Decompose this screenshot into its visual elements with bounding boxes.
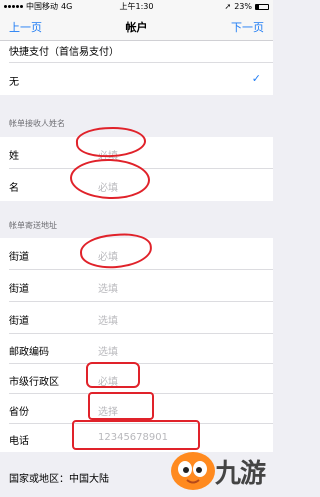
battery-percent: 23%	[234, 2, 252, 11]
country-label-text: 国家或地区：	[9, 474, 69, 485]
street1-input[interactable]: 必填	[98, 248, 118, 263]
checkmark-icon: ✓	[251, 72, 261, 85]
street1-label: 街道	[9, 252, 29, 263]
next-button[interactable]: 下一页	[231, 19, 264, 35]
payment-none-row[interactable]: 无 ✓	[0, 63, 273, 95]
name-section-header: 帐单接收人姓名	[9, 119, 65, 128]
postal-code-label: 邮政编码	[9, 347, 49, 358]
country-label: 国家或地区：中国大陆	[9, 470, 109, 485]
last-name-input[interactable]: 必填	[98, 147, 118, 162]
street3-label: 街道	[9, 316, 29, 327]
street1-row[interactable]: 街道 必填	[0, 238, 273, 270]
phone-input[interactable]: 12345678901	[98, 432, 168, 443]
watermark-logo: 九游	[167, 447, 271, 493]
payment-method-row[interactable]: 快捷支付（首信易支付）	[0, 41, 273, 63]
country-value: 中国大陆	[69, 474, 109, 485]
mascot-icon	[171, 452, 215, 490]
postal-code-input[interactable]: 选填	[98, 343, 118, 358]
street3-input[interactable]: 选填	[98, 312, 118, 327]
street2-row[interactable]: 街道 选填	[0, 270, 273, 302]
postal-code-row[interactable]: 邮政编码 选填	[0, 334, 273, 364]
address-section-header: 帐单寄送地址	[9, 221, 57, 230]
city-row[interactable]: 市级行政区 必填	[0, 364, 273, 394]
payment-method-label: 快捷支付（首信易支付）	[9, 47, 119, 58]
status-bar: 中国移动 4G 上午1:30 ➚ 23%	[0, 0, 273, 13]
street2-label: 街道	[9, 284, 29, 295]
payment-none-label: 无	[9, 77, 19, 88]
watermark-text: 九游	[215, 459, 266, 489]
city-label: 市级行政区	[9, 377, 59, 388]
city-input[interactable]: 必填	[98, 373, 118, 388]
street2-input[interactable]: 选填	[98, 280, 118, 295]
nav-bar: 上一页 帐户 下一页	[0, 13, 273, 41]
last-name-label: 姓	[9, 151, 19, 162]
status-right: ➚ 23%	[225, 0, 269, 13]
province-label: 省份	[9, 407, 29, 418]
first-name-label: 名	[9, 183, 19, 194]
street3-row[interactable]: 街道 选填	[0, 302, 273, 334]
last-name-row[interactable]: 姓 必填	[0, 137, 273, 169]
province-row[interactable]: 省份 选择	[0, 394, 273, 424]
location-icon: ➚	[224, 2, 232, 11]
phone-label: 电话	[9, 436, 29, 447]
province-select[interactable]: 选择	[98, 403, 118, 418]
first-name-input[interactable]: 必填	[98, 179, 118, 194]
first-name-row[interactable]: 名 必填	[0, 169, 273, 201]
battery-icon	[255, 3, 269, 10]
